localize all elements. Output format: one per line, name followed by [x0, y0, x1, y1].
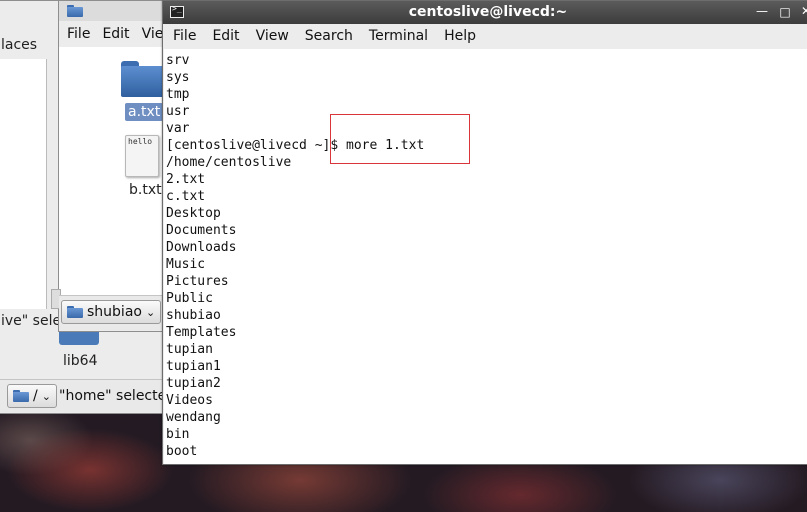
- terminal-line: Public: [166, 291, 213, 306]
- terminal-window: centoslive@livecd:~ — □ ✕ File Edit View…: [162, 0, 807, 465]
- terminal-line: c.txt: [166, 189, 206, 204]
- folder-icon: [67, 5, 83, 17]
- terminal-line: Desktop: [166, 206, 221, 221]
- menu-edit[interactable]: Edit: [204, 28, 247, 44]
- terminal-text: srv sys tmp usr var [centoslive@livecd ~]$ mo…: [164, 49, 807, 460]
- terminal-line: bin: [166, 427, 190, 442]
- close-icon[interactable]: ✕: [799, 4, 807, 20]
- text-file-icon[interactable]: [121, 61, 165, 97]
- places-label: laces: [1, 37, 38, 53]
- terminal-menubar: File Edit View Search Terminal Help: [163, 24, 807, 48]
- file-preview-text: hello: [128, 137, 153, 146]
- places-sidebar[interactable]: [0, 59, 47, 309]
- terminal-line: tupian: [166, 342, 213, 357]
- chevron-down-icon: ⌄: [145, 305, 156, 319]
- menu-view[interactable]: View: [248, 28, 297, 44]
- terminal-line: shubiao: [166, 308, 221, 323]
- terminal-line: Documents: [166, 223, 237, 238]
- terminal-line: 2.txt: [166, 172, 206, 187]
- menu-edit[interactable]: Edit: [102, 26, 129, 42]
- path-button-shubiao[interactable]: shubiao ⌄: [61, 300, 162, 324]
- terminal-line: Downloads: [166, 240, 237, 255]
- path-button-root[interactable]: / ⌄: [7, 384, 57, 408]
- terminal-line: Templates: [166, 325, 237, 340]
- folder-label-lib64[interactable]: lib64: [63, 353, 97, 369]
- menu-file[interactable]: File: [163, 28, 204, 44]
- terminal-line: boot: [166, 444, 198, 459]
- text-file-icon[interactable]: hello: [125, 135, 159, 177]
- path-button-label: shubiao: [87, 304, 142, 320]
- chevron-down-icon: ⌄: [41, 389, 51, 403]
- terminal-line: /home/centoslive: [166, 155, 292, 170]
- terminal-line: Pictures: [166, 274, 229, 289]
- terminal-line: wendang: [166, 410, 221, 425]
- menu-file[interactable]: File: [67, 26, 90, 42]
- selection-status: ive" sele: [1, 313, 62, 329]
- terminal-line: var: [166, 121, 190, 136]
- path-bar: / ⌄ "home" selected: [0, 379, 175, 412]
- folder-icon[interactable]: [59, 331, 99, 345]
- menu-terminal[interactable]: Terminal: [361, 28, 436, 44]
- terminal-line: tupian1: [166, 359, 221, 374]
- folder-icon: [13, 390, 29, 402]
- terminal-line: usr: [166, 104, 190, 119]
- menu-search[interactable]: Search: [297, 28, 361, 44]
- menu-view[interactable]: Vie: [142, 26, 164, 42]
- terminal-line: tmp: [166, 87, 190, 102]
- terminal-output[interactable]: srv sys tmp usr var [centoslive@livecd ~]$ mo…: [164, 49, 807, 464]
- terminal-line: [centoslive@livecd ~]$ more 1.txt: [166, 138, 425, 153]
- file-label-a-txt[interactable]: a.txt: [125, 103, 164, 121]
- minimize-icon[interactable]: —: [755, 4, 769, 20]
- terminal-line: sys: [166, 70, 190, 85]
- file-label-b-txt[interactable]: b.txt: [129, 182, 162, 198]
- terminal-line: Music: [166, 257, 206, 272]
- window-title: centoslive@livecd:~: [408, 4, 568, 20]
- folder-icon: [67, 306, 83, 318]
- path-button-label: /: [33, 388, 38, 404]
- terminal-line: Videos: [166, 393, 213, 408]
- status-text: "home" selected: [59, 388, 176, 404]
- terminal-line: srv: [166, 53, 190, 68]
- maximize-icon[interactable]: □: [778, 5, 792, 21]
- terminal-titlebar[interactable]: centoslive@livecd:~ — □ ✕: [163, 1, 807, 24]
- menu-help[interactable]: Help: [436, 28, 484, 44]
- terminal-line: tupian2: [166, 376, 221, 391]
